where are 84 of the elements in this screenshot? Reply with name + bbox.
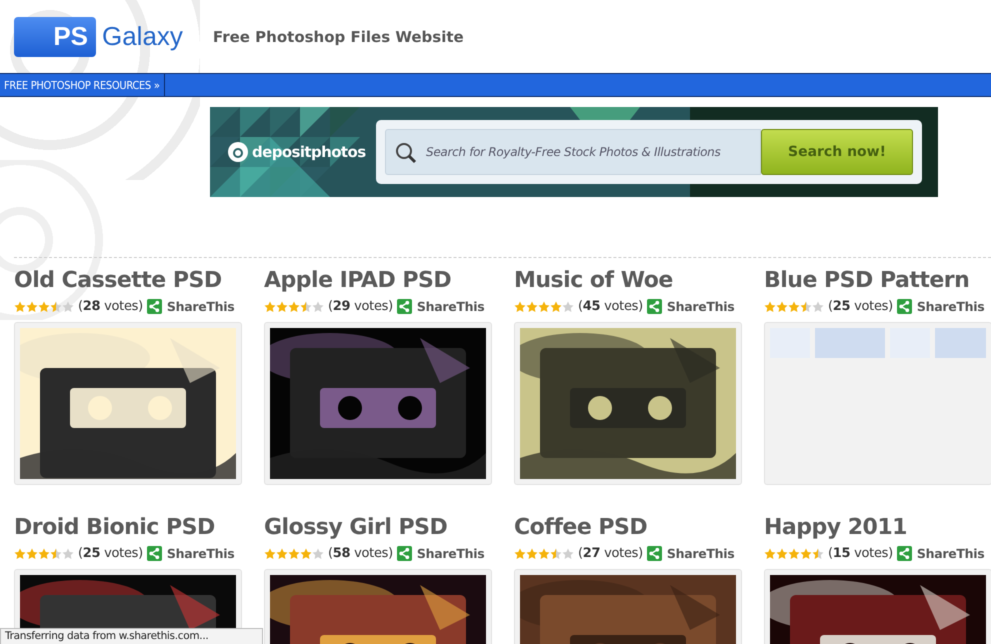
share-link[interactable]: ShareThis — [896, 299, 984, 314]
star-icon — [776, 300, 788, 312]
search-icon — [395, 142, 417, 164]
logo-text[interactable]: Galaxy — [102, 21, 183, 52]
item-title[interactable]: Old Cassette PSD — [14, 268, 242, 296]
star-icon — [288, 548, 300, 560]
site-tagline: Free Photoshop Files Website — [212, 28, 464, 46]
thumbnail-frame[interactable] — [764, 322, 991, 485]
ad-banner[interactable]: depositphotos Search for Royalty-Free Stock Photos & Illustrations Search now! — [210, 107, 938, 197]
star-icon — [26, 300, 38, 312]
status-tooltip: Transferring data from w.sharethis.com... — [0, 628, 263, 644]
vote-count: (58 votes) — [328, 546, 393, 561]
star-icon — [264, 300, 276, 312]
vote-count: (25 votes) — [78, 546, 143, 561]
nav-item[interactable]: FREE PHOTOSHOP RESOURCES » — [0, 74, 165, 96]
star-icon — [264, 548, 276, 560]
star-icon — [14, 548, 26, 560]
star-icon — [276, 548, 288, 560]
star-icon — [562, 548, 574, 560]
item-title[interactable]: Coffee PSD — [514, 515, 742, 543]
camera-icon — [227, 141, 249, 163]
item-title[interactable]: Apple IPAD PSD — [264, 268, 492, 296]
star-icon — [50, 300, 62, 312]
share-icon — [646, 546, 662, 561]
item-title[interactable]: Music of Woe — [514, 268, 742, 296]
star-icon — [538, 300, 550, 312]
star-icon — [812, 548, 824, 560]
share-link[interactable]: ShareThis — [146, 299, 234, 314]
star-icon — [50, 548, 62, 560]
share-link[interactable]: ShareThis — [396, 546, 484, 561]
vote-count: (27 votes) — [578, 546, 643, 561]
star-icon — [276, 300, 288, 312]
share-icon — [146, 299, 162, 314]
star-icon — [526, 548, 538, 560]
star-icon — [562, 300, 574, 312]
star-icon — [14, 300, 26, 312]
share-link[interactable]: ShareThis — [646, 546, 734, 561]
star-icon — [764, 300, 776, 312]
share-icon — [896, 299, 912, 314]
star-icon — [38, 300, 50, 312]
star-icon — [300, 548, 312, 560]
star-icon — [514, 300, 526, 312]
star-icon — [300, 300, 312, 312]
share-icon — [146, 546, 162, 561]
star-icon — [788, 300, 800, 312]
vote-count: (29 votes) — [328, 299, 393, 314]
logo-badge[interactable]: PS — [14, 16, 96, 56]
vote-count: (25 votes) — [828, 299, 893, 314]
star-icon — [288, 300, 300, 312]
star-icon — [800, 300, 812, 312]
share-icon — [396, 546, 412, 561]
star-icon — [764, 548, 776, 560]
search-field[interactable]: Search for Royalty-Free Stock Photos & Illustrations — [385, 129, 761, 175]
star-icon — [526, 300, 538, 312]
vote-count: (28 votes) — [78, 299, 143, 314]
search-button[interactable]: Search now! — [761, 129, 913, 175]
star-icon — [812, 300, 824, 312]
star-icon — [312, 300, 324, 312]
star-icon — [38, 548, 50, 560]
star-icon — [538, 548, 550, 560]
star-icon — [312, 548, 324, 560]
star-icon — [62, 548, 74, 560]
share-icon — [646, 299, 662, 314]
share-link[interactable]: ShareThis — [896, 546, 984, 561]
item-title[interactable]: Blue PSD Pattern — [764, 268, 991, 296]
brand-logo-text: depositphotos — [252, 143, 366, 161]
star-icon — [550, 300, 562, 312]
star-icon — [550, 548, 562, 560]
share-link[interactable]: ShareThis — [146, 546, 234, 561]
star-icon — [62, 300, 74, 312]
star-icon — [26, 548, 38, 560]
item-title[interactable]: Droid Bionic PSD — [14, 515, 242, 543]
share-link[interactable]: ShareThis — [396, 299, 484, 314]
item-title[interactable]: Happy 2011 — [764, 515, 991, 543]
star-icon — [776, 548, 788, 560]
star-icon — [788, 548, 800, 560]
share-icon — [396, 299, 412, 314]
star-icon — [514, 548, 526, 560]
share-icon — [896, 546, 912, 561]
item-title[interactable]: Glossy Girl PSD — [264, 515, 492, 543]
vote-count: (45 votes) — [578, 299, 643, 314]
star-icon — [800, 548, 812, 560]
share-link[interactable]: ShareThis — [646, 299, 734, 314]
vote-count: (15 votes) — [828, 546, 893, 561]
